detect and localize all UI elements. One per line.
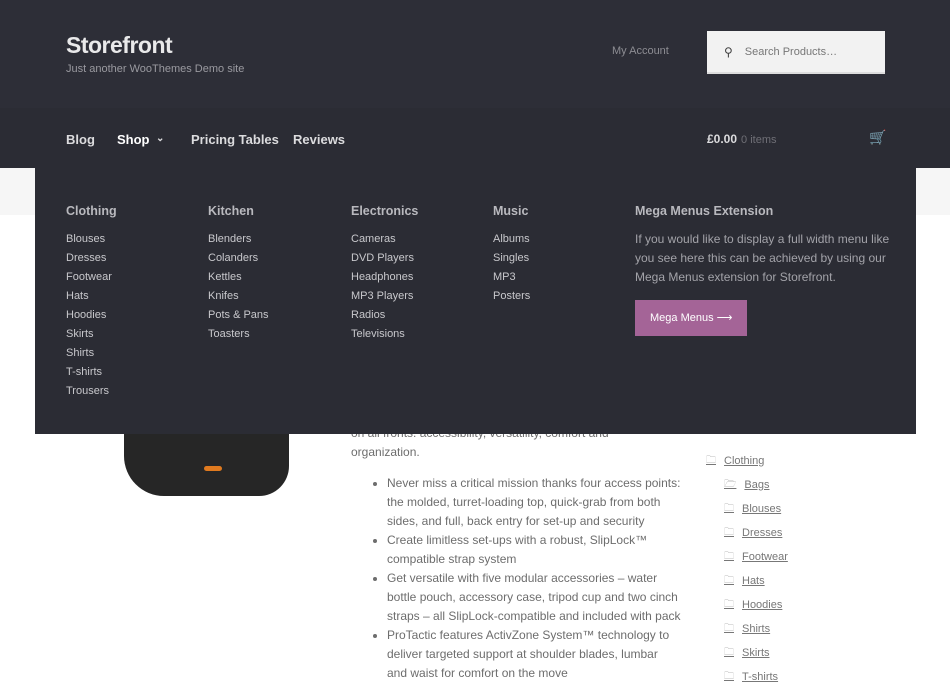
nav-reviews[interactable]: Reviews — [293, 132, 345, 147]
mega-menu-item[interactable]: Toasters — [208, 325, 269, 344]
mega-menu-item[interactable]: MP3 Players — [351, 287, 418, 306]
folder-icon: 🗀 — [724, 646, 734, 658]
mega-menus-extension: Mega Menus Extension If you would like t… — [635, 204, 890, 336]
mega-menu-item[interactable]: Shirts — [66, 344, 117, 363]
column-title[interactable]: Kitchen — [208, 204, 269, 218]
mega-menu-item[interactable]: Dresses — [66, 249, 117, 268]
brand-logo — [204, 466, 222, 471]
extension-text: If you would like to display a full widt… — [635, 232, 890, 284]
category-label[interactable]: Blouses — [742, 503, 781, 515]
feature-bullet: ProTactic features ActivZone System™ tec… — [387, 626, 681, 683]
category-item[interactable]: 🗀 Footwear — [706, 545, 788, 569]
chevron-down-icon[interactable]: ⌄ — [156, 133, 164, 144]
search-placeholder: Search Products… — [744, 45, 838, 58]
site-title[interactable]: Storefront — [66, 32, 173, 59]
mega-column-kitchen: Kitchen Blenders Colanders Kettles Knifes Pot… — [208, 204, 269, 344]
category-item[interactable]: 🗀 T-shirts — [706, 665, 788, 689]
search-icon: ⚲ — [724, 44, 733, 59]
mega-menu-item[interactable]: Cameras — [351, 230, 418, 249]
mega-menus-button[interactable]: Mega Menus ⟶ — [635, 300, 748, 336]
mega-menu: Clothing Blouses Dresses Footwear Hats Hoodie… — [35, 168, 916, 434]
column-title[interactable]: Clothing — [66, 204, 117, 218]
category-label[interactable]: Dresses — [742, 527, 782, 539]
search-input[interactable]: ⚲ Search Products… — [707, 31, 885, 74]
feature-bullet: Get versatile with five modular accessor… — [387, 569, 681, 626]
mega-menu-item[interactable]: Colanders — [208, 249, 269, 268]
mega-menu-item[interactable]: Blouses — [66, 230, 117, 249]
cart-link[interactable]: £0.00 0 items — [707, 132, 777, 146]
site-tagline: Just another WooThemes Demo site — [66, 63, 245, 75]
feature-bullet: Create limitless set-ups with a robust, … — [387, 531, 681, 569]
folder-icon: 🗀 — [706, 454, 716, 466]
folder-icon: 🗀 — [724, 598, 734, 610]
category-item[interactable]: 🗀 Hoodies — [706, 593, 788, 617]
category-label[interactable]: T-shirts — [742, 671, 778, 683]
mega-menu-item[interactable]: Trousers — [66, 382, 117, 401]
category-label[interactable]: Bags — [744, 479, 769, 491]
column-title[interactable]: Electronics — [351, 204, 418, 218]
mega-menu-item[interactable]: Skirts — [66, 325, 117, 344]
product-description: on all fronts: accessibility, versatilit… — [351, 424, 681, 683]
mega-menu-item[interactable]: Televisions — [351, 325, 418, 344]
intro-end: organization. — [351, 445, 420, 459]
category-label[interactable]: Shirts — [742, 623, 770, 635]
category-label[interactable]: Skirts — [742, 647, 770, 659]
mega-menu-item[interactable]: Footwear — [66, 268, 117, 287]
mega-column-music: Music Albums Singles MP3 Posters — [493, 204, 530, 306]
feature-bullet: Never miss a critical mission thanks fou… — [387, 474, 681, 531]
mega-menu-item[interactable]: T-shirts — [66, 363, 117, 382]
cart-total: £0.00 — [707, 132, 738, 146]
nav-pricing-tables[interactable]: Pricing Tables — [191, 132, 279, 147]
mega-menu-item[interactable]: DVD Players — [351, 249, 418, 268]
folder-icon: 🗀 — [724, 502, 734, 514]
category-label[interactable]: Footwear — [742, 551, 788, 563]
folder-icon: 🗀 — [724, 550, 734, 562]
folder-icon: 🗀 — [724, 574, 734, 586]
mega-column-clothing: Clothing Blouses Dresses Footwear Hats Hoodie… — [66, 204, 117, 401]
category-label[interactable]: Hoodies — [742, 599, 782, 611]
category-item[interactable]: 🗀 Dresses — [706, 521, 788, 545]
folder-icon: 🗀 — [724, 670, 734, 682]
mega-menu-item[interactable]: Hats — [66, 287, 117, 306]
category-label[interactable]: Hats — [742, 575, 765, 587]
basket-icon[interactable]: 🛒 — [869, 129, 886, 146]
mega-menu-item[interactable]: Albums — [493, 230, 530, 249]
category-label[interactable]: Clothing — [724, 455, 764, 467]
mega-menu-item[interactable]: Singles — [493, 249, 530, 268]
category-item[interactable]: 🗀 Blouses — [706, 497, 788, 521]
mega-menu-item[interactable]: Radios — [351, 306, 418, 325]
category-item[interactable]: 🗀 Clothing — [706, 449, 788, 473]
category-item[interactable]: 🗀 Shirts — [706, 617, 788, 641]
mega-menu-item[interactable]: Posters — [493, 287, 530, 306]
category-item[interactable]: 🗁 Bags — [706, 473, 788, 497]
product-image — [124, 434, 289, 496]
mega-menu-item[interactable]: Pots & Pans — [208, 306, 269, 325]
mega-menu-item[interactable]: Hoodies — [66, 306, 117, 325]
extension-title: Mega Menus Extension — [635, 204, 774, 218]
column-title[interactable]: Music — [493, 204, 530, 218]
mega-menu-item[interactable]: Knifes — [208, 287, 269, 306]
folder-icon: 🗀 — [724, 622, 734, 634]
category-item[interactable]: 🗀 Hats — [706, 569, 788, 593]
folder-icon: 🗀 — [724, 526, 734, 538]
mega-menu-item[interactable]: Blenders — [208, 230, 269, 249]
folder-open-icon: 🗁 — [724, 478, 737, 490]
cart-count: 0 items — [741, 134, 777, 146]
mega-menu-item[interactable]: MP3 — [493, 268, 530, 287]
my-account-link[interactable]: My Account — [612, 45, 669, 57]
nav-shop[interactable]: Shop — [117, 132, 150, 147]
category-list: 🗀 Clothing 🗁 Bags 🗀 Blouses 🗀 Dresses 🗀 Footw… — [706, 449, 788, 689]
mega-column-electronics: Electronics Cameras DVD Players Headphones M… — [351, 204, 418, 344]
nav-blog[interactable]: Blog — [66, 132, 95, 147]
mega-menu-item[interactable]: Headphones — [351, 268, 418, 287]
mega-menu-item[interactable]: Kettles — [208, 268, 269, 287]
category-item[interactable]: 🗀 Skirts — [706, 641, 788, 665]
